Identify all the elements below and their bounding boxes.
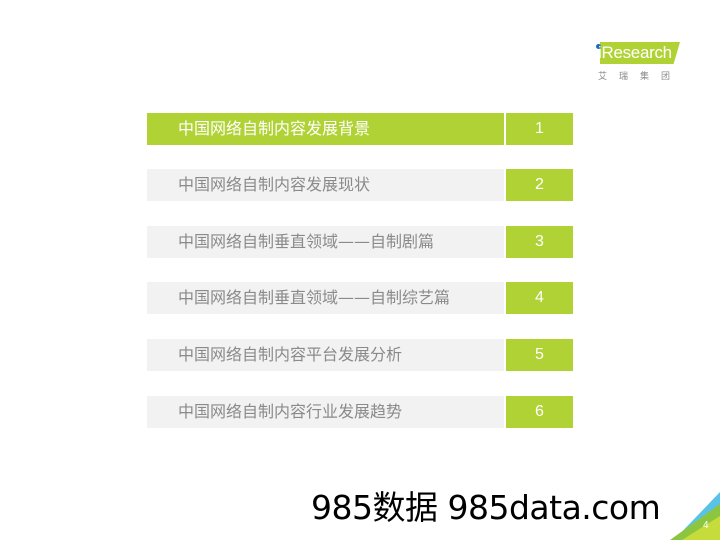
toc-item-number: 2	[506, 169, 573, 201]
toc-item-number: 1	[506, 113, 573, 145]
logo-subtitle: 艾瑞集团	[598, 72, 683, 82]
toc-item-label: 中国网络自制垂直领域——自制剧篇	[147, 226, 504, 258]
toc-item-number: 4	[506, 282, 573, 314]
watermark-text: 985数据 985data.com	[311, 488, 661, 527]
toc-item-5[interactable]: 中国网络自制内容平台发展分析 5	[147, 339, 573, 371]
iresearch-logo: iResearch 艾瑞集团	[594, 38, 684, 86]
toc-item-1[interactable]: 中国网络自制内容发展背景 1	[147, 113, 573, 145]
logo-brand-text: iResearch	[598, 43, 672, 62]
toc-item-label: 中国网络自制内容平台发展分析	[147, 339, 504, 371]
toc-item-label: 中国网络自制内容发展背景	[147, 113, 504, 145]
corner-decoration	[670, 492, 720, 540]
page-number: 4	[703, 520, 709, 531]
toc-item-3[interactable]: 中国网络自制垂直领域——自制剧篇 3	[147, 226, 573, 258]
toc-item-2[interactable]: 中国网络自制内容发展现状 2	[147, 169, 573, 201]
toc-item-label: 中国网络自制垂直领域——自制综艺篇	[147, 282, 504, 314]
toc-item-label: 中国网络自制内容行业发展趋势	[147, 396, 504, 428]
toc-item-6[interactable]: 中国网络自制内容行业发展趋势 6	[147, 396, 573, 428]
toc-item-4[interactable]: 中国网络自制垂直领域——自制综艺篇 4	[147, 282, 573, 314]
toc-item-label: 中国网络自制内容发展现状	[147, 169, 504, 201]
toc-item-number: 3	[506, 226, 573, 258]
toc-item-number: 5	[506, 339, 573, 371]
toc-item-number: 6	[506, 396, 573, 428]
